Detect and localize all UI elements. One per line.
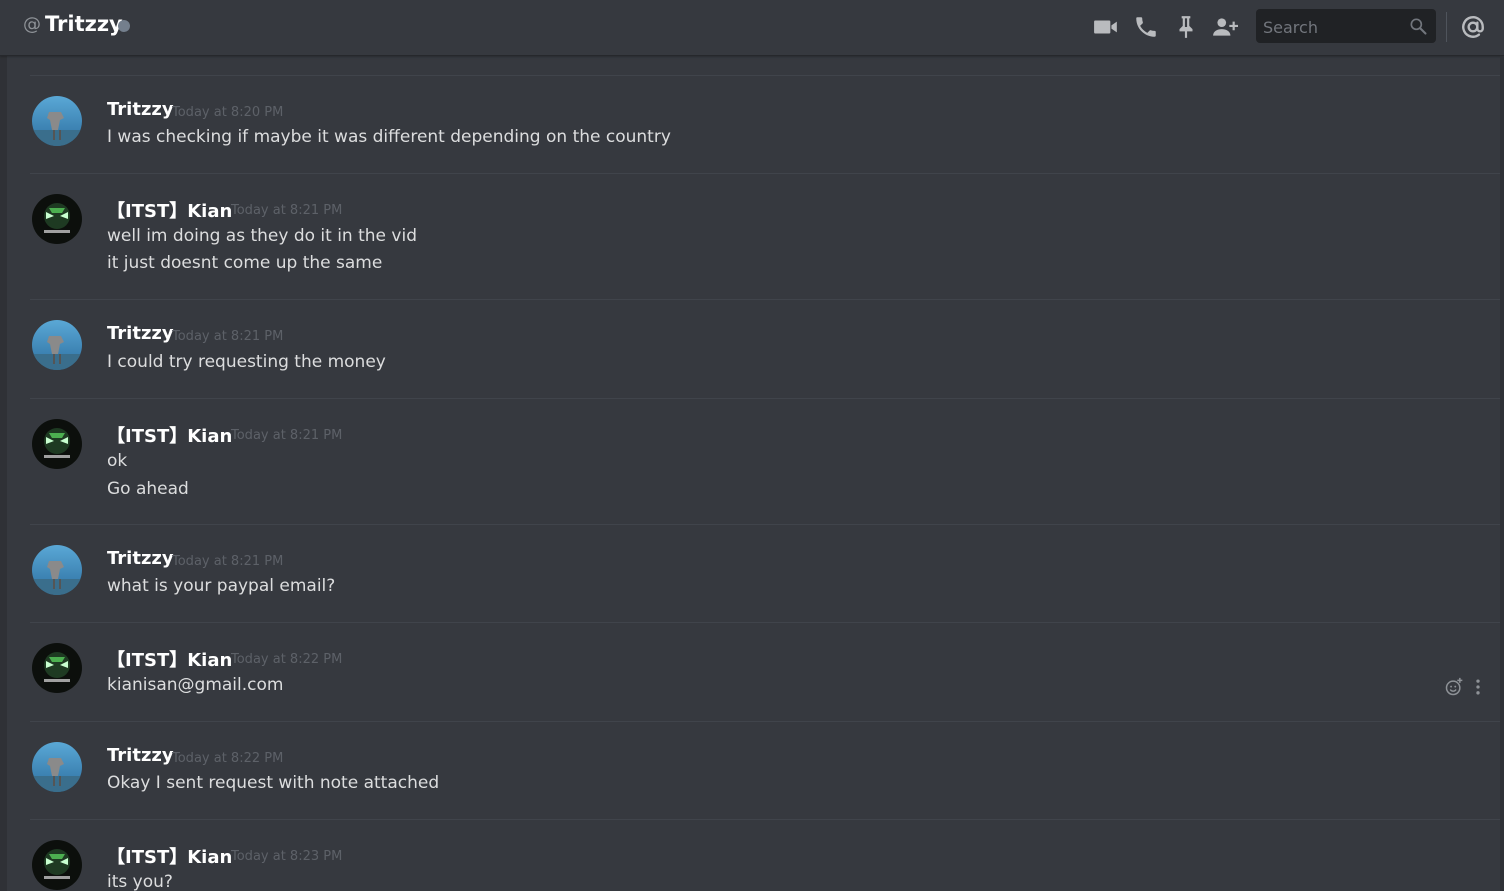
message-timestamp: Today at 8:20 PM: [172, 105, 284, 120]
avatar[interactable]: [32, 643, 82, 693]
avatar[interactable]: [32, 840, 82, 890]
message-actions: [1444, 675, 1488, 699]
message-author[interactable]: 【ITST】Kian: [107, 197, 232, 223]
message-group: Tritzzy Today at 8:22 PM Okay I sent req…: [30, 721, 1504, 819]
message-author[interactable]: Tritzzy: [107, 323, 174, 344]
avatar[interactable]: [32, 194, 82, 244]
message-group: Tritzzy Today at 8:20 PM I was checking …: [30, 75, 1504, 173]
message-timestamp: Today at 8:21 PM: [172, 554, 284, 569]
message-text: ok: [107, 451, 128, 471]
scrollbar[interactable]: [1500, 57, 1504, 891]
search-input[interactable]: [1256, 9, 1415, 45]
message-author[interactable]: 【ITST】Kian: [107, 422, 232, 448]
message-author[interactable]: Tritzzy: [107, 99, 174, 120]
message-list[interactable]: Tritzzy Today at 8:20 PM I was checking …: [0, 57, 1504, 891]
header-divider: [1446, 12, 1447, 42]
message-text: I was checking if maybe it was different…: [107, 127, 671, 147]
message-text: Go ahead: [107, 479, 189, 499]
message-timestamp: Today at 8:21 PM: [231, 428, 343, 443]
avatar[interactable]: [32, 320, 82, 370]
message-text: its you?: [107, 872, 173, 891]
pin-icon[interactable]: [1173, 14, 1199, 40]
message-text: well im doing as they do it in the vid: [107, 226, 417, 246]
message-text: I could try requesting the money: [107, 352, 386, 372]
channel-header: @ Tritzzy: [0, 0, 1504, 56]
message-group: 【ITST】Kian Today at 8:22 PM kianisan@gma…: [30, 622, 1504, 721]
message-text: Okay I sent request with note attached: [107, 773, 440, 793]
offline-status-icon: [118, 20, 130, 32]
add-friend-icon[interactable]: [1212, 14, 1238, 40]
message-timestamp: Today at 8:22 PM: [172, 751, 284, 766]
message-text: kianisan@gmail.com: [107, 675, 284, 695]
message-author[interactable]: 【ITST】Kian: [107, 646, 232, 672]
message-timestamp: Today at 8:22 PM: [231, 652, 343, 667]
message-group: Tritzzy Today at 8:21 PM what is your pa…: [30, 524, 1504, 622]
message-author[interactable]: 【ITST】Kian: [107, 843, 232, 869]
message-author[interactable]: Tritzzy: [107, 548, 174, 569]
search-icon: [1408, 16, 1428, 36]
voice-call-icon[interactable]: [1133, 14, 1159, 40]
message-text: what is your paypal email?: [107, 576, 336, 596]
message-group: 【ITST】Kian Today at 8:21 PM well im doin…: [30, 173, 1504, 299]
message-timestamp: Today at 8:23 PM: [231, 849, 343, 864]
message-author[interactable]: Tritzzy: [107, 745, 174, 766]
avatar[interactable]: [32, 96, 82, 146]
video-call-icon[interactable]: [1093, 14, 1119, 40]
message-text: it just doesnt come up the same: [107, 253, 383, 273]
at-icon: @: [23, 14, 41, 35]
message-group: Tritzzy Today at 8:21 PM I could try req…: [30, 299, 1504, 398]
message-group: 【ITST】Kian Today at 8:23 PM its you?: [30, 819, 1504, 891]
message-timestamp: Today at 8:21 PM: [231, 203, 343, 218]
avatar[interactable]: [32, 742, 82, 792]
avatar[interactable]: [32, 419, 82, 469]
message-timestamp: Today at 8:21 PM: [172, 329, 284, 344]
search-box[interactable]: [1256, 9, 1436, 45]
avatar[interactable]: [32, 545, 82, 595]
dm-recipient-name: Tritzzy: [45, 12, 123, 36]
mention-icon[interactable]: [1460, 14, 1486, 40]
message-group: 【ITST】Kian Today at 8:21 PM ok Go ahead: [30, 398, 1504, 524]
